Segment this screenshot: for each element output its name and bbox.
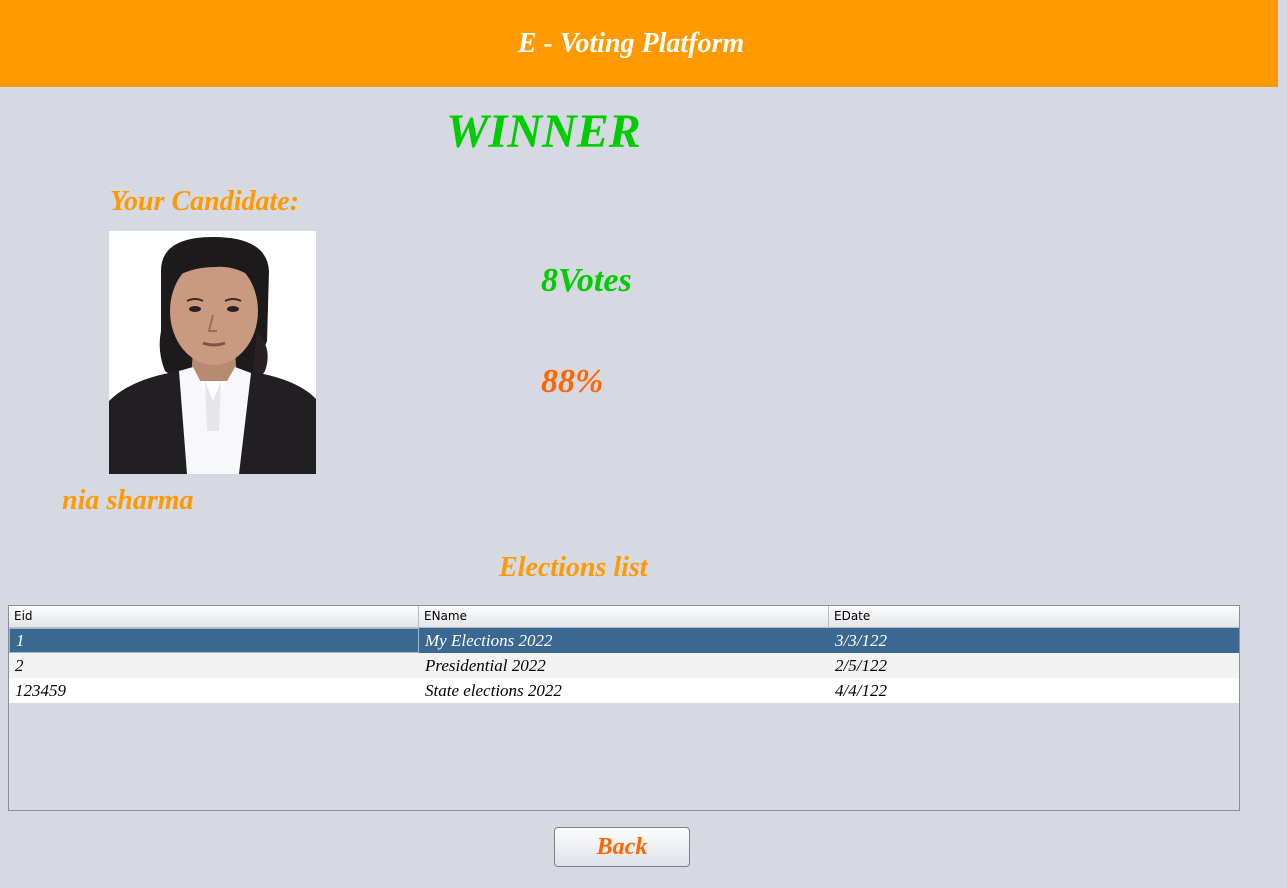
candidate-name: nia sharma: [62, 485, 194, 516]
cell-ename: State elections 2022: [425, 681, 562, 700]
window-edge: [1278, 0, 1287, 888]
table-header: Eid EName EDate: [9, 606, 1239, 628]
cell-eid: 1: [9, 628, 419, 653]
app-title: E - Voting Platform: [517, 28, 745, 59]
app-window: E - Voting Platform WINNER Your Candidat…: [0, 0, 1287, 888]
candidate-label: Your Candidate:: [110, 186, 300, 217]
header-bar: E - Voting Platform: [0, 0, 1278, 87]
cell-edate: 2/5/122: [835, 656, 887, 675]
elections-table[interactable]: Eid EName EDate 1 My Elections 2022 3/3/…: [8, 605, 1240, 811]
candidate-portrait-image: [109, 231, 316, 474]
column-header-edate[interactable]: EDate: [829, 606, 1239, 627]
cell-ename: Presidential 2022: [425, 656, 546, 675]
cell-edate: 3/3/122: [835, 631, 887, 650]
cell-eid: 2: [15, 656, 24, 675]
cell-edate: 4/4/122: [835, 681, 887, 700]
table-row[interactable]: 2 Presidential 2022 2/5/122: [9, 653, 1239, 678]
candidate-photo: [109, 231, 316, 474]
winner-heading: WINNER: [446, 105, 641, 158]
votes-count: 8Votes: [541, 262, 632, 299]
column-header-eid[interactable]: Eid: [9, 606, 419, 627]
column-header-ename[interactable]: EName: [419, 606, 829, 627]
table-row[interactable]: 1 My Elections 2022 3/3/122: [9, 628, 1239, 653]
cell-ename: My Elections 2022: [425, 631, 553, 650]
elections-list-title: Elections list: [499, 552, 648, 583]
table-row[interactable]: 123459 State elections 2022 4/4/122: [9, 678, 1239, 703]
cell-eid: 123459: [15, 681, 66, 700]
votes-percentage: 88%: [541, 363, 604, 400]
back-button[interactable]: Back: [554, 827, 690, 867]
